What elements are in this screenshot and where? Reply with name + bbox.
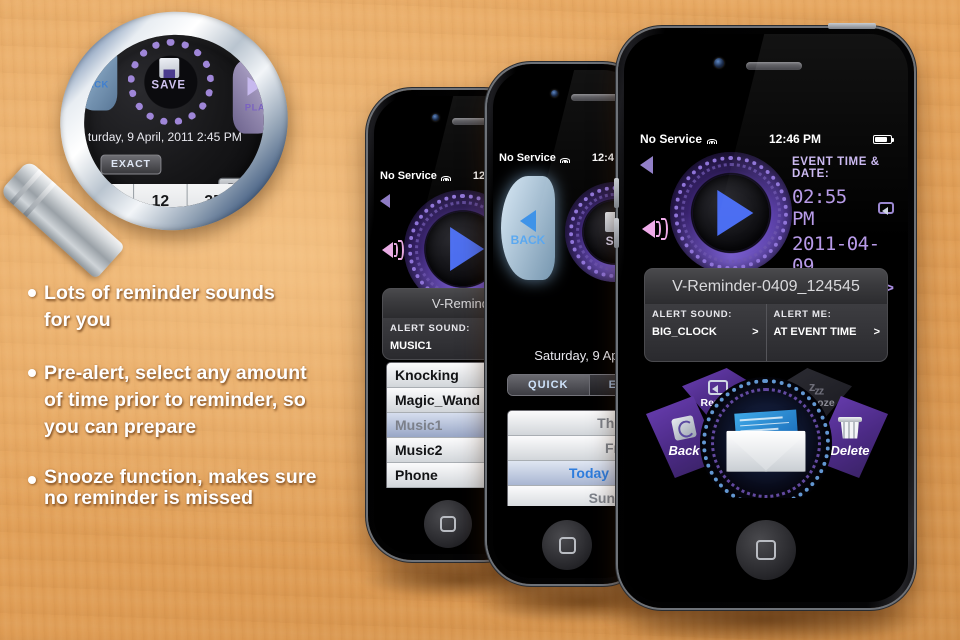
magnified-picker: Apr 12 35 <box>81 183 240 224</box>
play-icon[interactable] <box>450 227 485 271</box>
wifi-icon <box>441 172 452 181</box>
back-button[interactable]: BACK <box>501 176 555 280</box>
carrier-label: No Service <box>499 152 556 164</box>
bullet-line: you can prepare <box>44 415 197 438</box>
back-label: BACK <box>510 232 546 247</box>
play-dial[interactable] <box>670 152 792 274</box>
bullet-line: Lots of reminder sounds <box>44 282 275 304</box>
play-icon[interactable] <box>717 190 754 236</box>
alert-me-value: AT EVENT TIME <box>773 326 857 338</box>
weekday-label: Sun <box>588 490 616 506</box>
bullet-dot-icon <box>28 368 36 377</box>
magnified-back-button: BACK <box>71 41 118 111</box>
carrier-label: No Service <box>380 170 437 182</box>
clock-label: 12:46 PM <box>769 132 822 146</box>
bullet-line: no reminder is missed <box>44 487 254 510</box>
speaker-mute-icon[interactable] <box>640 156 653 174</box>
back-arrow-icon <box>670 414 698 441</box>
alert-me-label: ALERT ME: <box>773 309 832 320</box>
volume-down-button[interactable] <box>614 218 619 248</box>
list-item: Snooze function, makes sure no reminder … <box>28 465 378 511</box>
status-bar: No Service 12:46 PM <box>632 128 900 150</box>
wifi-icon <box>560 154 571 163</box>
phone-right: No Service 12:46 PM EVENT TIME & DATE: 0… <box>614 23 914 608</box>
floppy-disk-icon <box>158 58 179 78</box>
earpiece-speaker <box>571 94 623 101</box>
list-item: Lots of reminder sounds for you <box>28 280 378 334</box>
alert-sound-label: ALERT SOUND: <box>652 309 733 320</box>
arrow-left-icon <box>520 209 536 232</box>
poster-canvas: BACK PLAY SAVE turday, 9 April, 2011 2:4… <box>0 0 960 640</box>
tab-quick[interactable]: QUICK <box>508 375 589 395</box>
front-camera-icon <box>551 90 558 97</box>
player-area: EVENT TIME & DATE: 02:55 PM 2011-04-09 S… <box>632 150 900 297</box>
bullet-dot-icon <box>28 289 36 297</box>
battery-icon <box>873 134 895 144</box>
feature-bullet-list: Lots of reminder sounds for you Pre-aler… <box>28 280 378 510</box>
reminder-title-bar: V-Reminder-0409_124545 <box>644 268 888 304</box>
magnifying-glass: BACK PLAY SAVE turday, 9 April, 2011 2:4… <box>0 0 309 280</box>
magnified-date-text: turday, 9 April, 2011 2:45 PM <box>87 131 242 145</box>
play-icon <box>247 76 262 96</box>
speaker-icon[interactable] <box>382 240 404 260</box>
bullet-line: Snooze function, makes sure <box>44 465 317 488</box>
delete-label: Delete <box>830 442 870 458</box>
home-button[interactable] <box>736 520 796 580</box>
chevron-right-icon: > <box>873 326 880 338</box>
event-time: 02:55 PM <box>792 186 847 230</box>
bullet-text: Snooze function, makes sure no reminder … <box>44 465 317 511</box>
event-header: EVENT TIME & DATE: <box>792 156 880 180</box>
trash-icon <box>838 416 862 439</box>
bullet-text: Lots of reminder sounds for you <box>44 280 275 334</box>
magnified-play-button: PLAY <box>232 60 280 134</box>
alert-sound-cell[interactable]: ALERT SOUND: BIG_CLOCK > <box>645 304 766 361</box>
bullet-line: of time prior to reminder, so <box>44 388 306 411</box>
center-dial[interactable] <box>700 377 832 498</box>
magnified-exact-tab: EXACT <box>100 154 162 175</box>
picker-hour: 12 <box>134 183 188 224</box>
home-button[interactable] <box>424 500 472 548</box>
speaker-icon[interactable] <box>642 218 668 240</box>
power-button[interactable] <box>828 23 876 29</box>
wifi-icon <box>706 135 717 144</box>
speaker-mute-icon[interactable] <box>380 194 390 208</box>
home-button[interactable] <box>542 520 592 570</box>
volume-up-button[interactable] <box>614 178 619 208</box>
list-item: Pre-alert, select any amount of time pri… <box>28 360 378 441</box>
alert-info-bar: ALERT SOUND: BIG_CLOCK > ALERT ME: AT EV… <box>644 304 888 362</box>
alert-me-cell[interactable]: ALERT ME: AT EVENT TIME > <box>765 304 888 361</box>
bullet-line: for you <box>44 308 111 331</box>
repeat-icon[interactable] <box>878 202 894 215</box>
magnifier-lens: BACK PLAY SAVE turday, 9 April, 2011 2:4… <box>68 18 280 224</box>
bullet-line: Pre-alert, select any amount <box>44 361 307 384</box>
bullet-text: Pre-alert, select any amount of time pri… <box>44 360 307 441</box>
front-camera-icon <box>432 114 439 121</box>
alert-sound-value: MUSIC1 <box>390 340 432 352</box>
bullet-dot-icon <box>28 475 36 484</box>
envelope-icon <box>726 409 806 473</box>
control-cluster: Repeat zzz Snooze Back Delete <box>638 368 894 498</box>
chevron-right-icon: > <box>752 326 759 338</box>
front-camera-icon <box>714 58 724 68</box>
carrier-label: No Service <box>640 132 703 146</box>
screen-right: No Service 12:46 PM EVENT TIME & DATE: 0… <box>632 128 900 498</box>
back-label: Back <box>668 442 700 458</box>
picker-minute: 35 <box>204 192 222 211</box>
earpiece-speaker <box>746 62 802 70</box>
magnified-save-button: SAVE <box>145 58 193 92</box>
alert-sound-value: BIG_CLOCK <box>652 326 717 338</box>
